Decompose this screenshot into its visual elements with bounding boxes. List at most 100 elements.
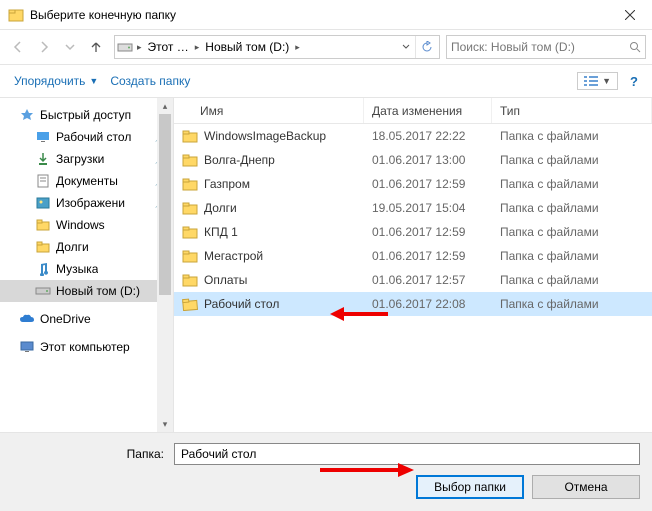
title-bar: Выберите конечную папку xyxy=(0,0,652,30)
desktop-icon xyxy=(34,129,52,145)
chevron-right-icon: ▸ xyxy=(193,42,202,53)
sidebar-item-0[interactable]: Рабочий стол📌 xyxy=(0,126,173,148)
view-icon xyxy=(584,75,598,87)
folder-icon xyxy=(182,273,198,287)
view-options-button[interactable]: ▼ xyxy=(577,72,618,90)
file-type: Папка с файлами xyxy=(492,225,652,239)
pictures-icon xyxy=(34,195,52,211)
file-date: 01.06.2017 12:59 xyxy=(364,225,492,239)
cloud-icon xyxy=(18,311,36,327)
folder-input[interactable] xyxy=(174,443,640,465)
file-name: Оплаты xyxy=(204,273,247,287)
cancel-button[interactable]: Отмена xyxy=(532,475,640,499)
pc-icon xyxy=(18,339,36,355)
col-name[interactable]: Имя xyxy=(174,98,364,123)
folder-icon xyxy=(34,217,52,233)
col-type[interactable]: Тип xyxy=(492,98,652,123)
folder-icon xyxy=(182,153,198,167)
file-date: 01.06.2017 12:59 xyxy=(364,249,492,263)
file-list: Имя Дата изменения Тип WindowsImageBacku… xyxy=(174,98,652,432)
address-bar[interactable]: ▸ Этот … ▸ Новый том (D:) ▸ xyxy=(114,35,440,59)
file-type: Папка с файлами xyxy=(492,249,652,263)
file-row[interactable]: Газпром01.06.2017 12:59Папка с файлами xyxy=(174,172,652,196)
quick-access[interactable]: Быстрый доступ xyxy=(0,104,173,126)
scroll-thumb[interactable] xyxy=(159,114,171,295)
folder-icon xyxy=(182,177,198,191)
back-button[interactable] xyxy=(6,35,30,59)
address-dropdown[interactable] xyxy=(397,43,415,51)
scroll-down-icon[interactable]: ▾ xyxy=(157,416,173,432)
downloads-icon xyxy=(34,151,52,167)
search-icon xyxy=(629,41,641,53)
file-date: 19.05.2017 15:04 xyxy=(364,201,492,215)
this-pc[interactable]: Этот компьютер xyxy=(0,336,173,358)
app-icon xyxy=(8,7,24,23)
col-date[interactable]: Дата изменения xyxy=(364,98,492,123)
file-date: 01.06.2017 13:00 xyxy=(364,153,492,167)
sidebar-item-3[interactable]: Изображени📌 xyxy=(0,192,173,214)
organize-button[interactable]: Упорядочить▼ xyxy=(8,70,104,92)
select-folder-button[interactable]: Выбор папки xyxy=(416,475,524,499)
sidebar-item-4[interactable]: Windows xyxy=(0,214,173,236)
sidebar: Быстрый доступ Рабочий стол📌Загрузки📌Док… xyxy=(0,98,174,432)
file-name: Рабочий стол xyxy=(204,297,279,311)
file-row[interactable]: КПД 1 01.06.2017 12:59Папка с файлами xyxy=(174,220,652,244)
recent-button[interactable] xyxy=(58,35,82,59)
window-title: Выберите конечную папку xyxy=(30,8,607,22)
file-row[interactable]: Волга-Днепр 01.06.2017 13:00Папка с файла… xyxy=(174,148,652,172)
sidebar-item-5[interactable]: Долги xyxy=(0,236,173,258)
folder-icon xyxy=(182,225,198,239)
scroll-up-icon[interactable]: ▴ xyxy=(157,98,173,114)
file-type: Папка с файлами xyxy=(492,129,652,143)
folder-icon xyxy=(182,201,198,215)
sidebar-item-7[interactable]: Новый том (D:) xyxy=(0,280,173,302)
file-type: Папка с файлами xyxy=(492,153,652,167)
file-row[interactable]: Оплаты 01.06.2017 12:57Папка с файлами xyxy=(174,268,652,292)
music-icon xyxy=(34,261,52,277)
folder-icon xyxy=(34,239,52,255)
chevron-right-icon: ▸ xyxy=(293,42,302,53)
file-date: 01.06.2017 22:08 xyxy=(364,297,492,311)
chevron-right-icon: ▸ xyxy=(135,42,144,53)
file-row[interactable]: Мегастрой01.06.2017 12:59Папка с файлами xyxy=(174,244,652,268)
file-date: 01.06.2017 12:57 xyxy=(364,273,492,287)
file-type: Папка с файлами xyxy=(492,201,652,215)
drive-icon xyxy=(117,41,133,53)
file-date: 18.05.2017 22:22 xyxy=(364,129,492,143)
search-input[interactable]: Поиск: Новый том (D:) xyxy=(446,35,646,59)
breadcrumb-pc[interactable]: Этот … xyxy=(144,36,193,58)
file-name: Волга-Днепр xyxy=(204,153,275,167)
up-button[interactable] xyxy=(84,35,108,59)
drive-icon xyxy=(34,283,52,299)
file-name: Долги xyxy=(204,201,237,215)
star-icon xyxy=(18,107,36,123)
forward-button[interactable] xyxy=(32,35,56,59)
folder-icon xyxy=(181,297,198,311)
toolbar: Упорядочить▼ Создать папку ▼ ? xyxy=(0,64,652,98)
file-row[interactable]: Рабочий стол01.06.2017 22:08Папка с файл… xyxy=(174,292,652,316)
documents-icon xyxy=(34,173,52,189)
close-button[interactable] xyxy=(607,0,652,30)
refresh-button[interactable] xyxy=(415,36,437,58)
column-headers: Имя Дата изменения Тип xyxy=(174,98,652,124)
new-folder-button[interactable]: Создать папку xyxy=(104,70,196,92)
onedrive[interactable]: OneDrive xyxy=(0,308,173,330)
footer: Папка: Выбор папки Отмена xyxy=(0,432,652,511)
folder-label: Папка: xyxy=(12,447,174,461)
breadcrumb-drive[interactable]: Новый том (D:) xyxy=(201,36,293,58)
file-name: Газпром xyxy=(204,177,250,191)
file-type: Папка с файлами xyxy=(492,273,652,287)
file-date: 01.06.2017 12:59 xyxy=(364,177,492,191)
help-button[interactable]: ? xyxy=(624,74,644,89)
file-row[interactable]: Долги 19.05.2017 15:04Папка с файлами xyxy=(174,196,652,220)
sidebar-item-2[interactable]: Документы📌 xyxy=(0,170,173,192)
search-placeholder: Поиск: Новый том (D:) xyxy=(451,40,629,54)
sidebar-item-6[interactable]: Музыка xyxy=(0,258,173,280)
folder-icon xyxy=(182,129,198,143)
file-name: WindowsImageBackup xyxy=(204,129,326,143)
sidebar-item-1[interactable]: Загрузки📌 xyxy=(0,148,173,170)
file-name: КПД 1 xyxy=(204,225,238,239)
file-row[interactable]: WindowsImageBackup 18.05.2017 22:22Папка … xyxy=(174,124,652,148)
folder-icon xyxy=(182,249,198,263)
sidebar-scrollbar[interactable]: ▴ ▾ xyxy=(157,98,173,432)
